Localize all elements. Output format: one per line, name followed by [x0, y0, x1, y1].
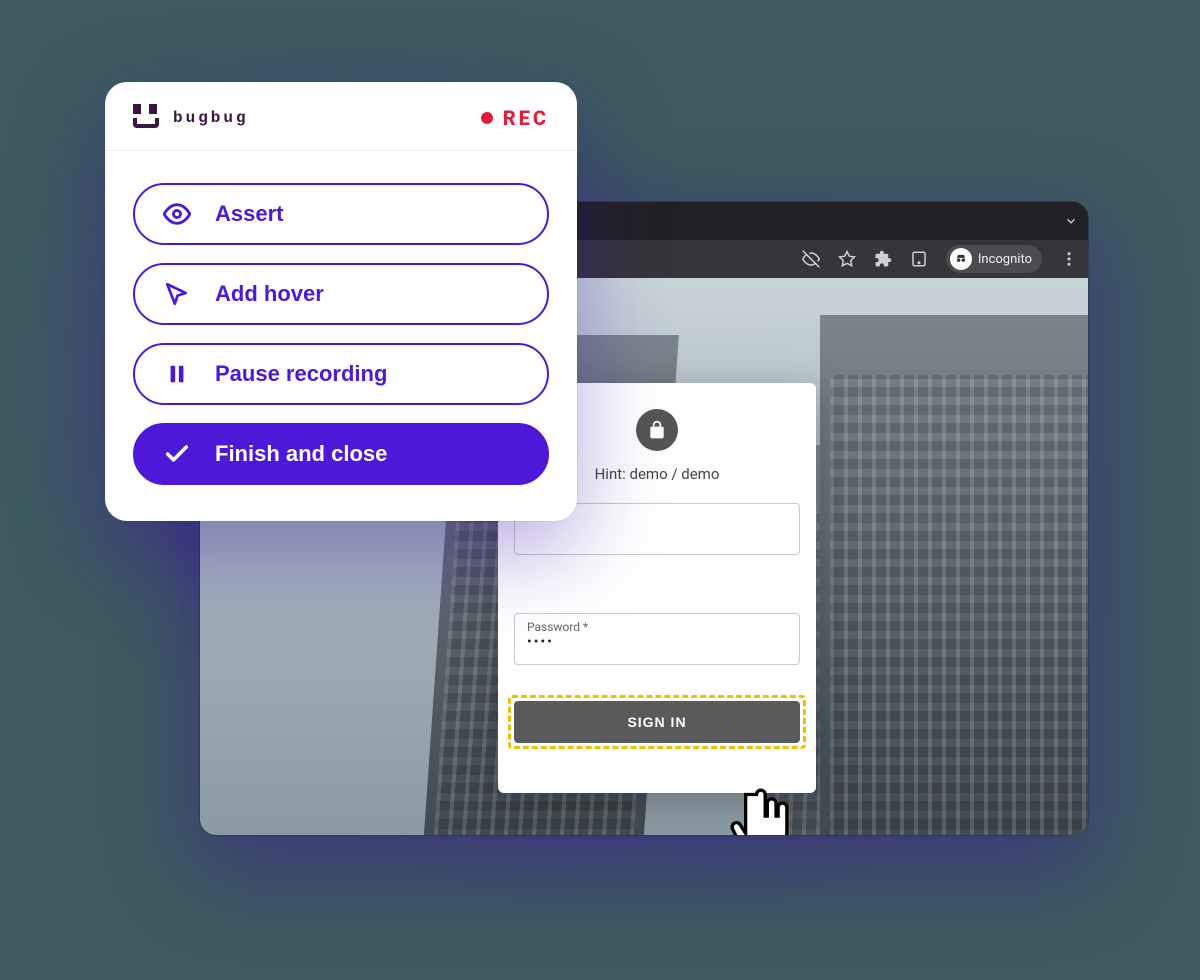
lock-icon — [636, 409, 678, 451]
logo-text: bugbug — [173, 109, 249, 127]
incognito-label: Incognito — [978, 252, 1032, 267]
logo-mark-icon — [131, 104, 165, 132]
finish-and-close-button[interactable]: Finish and close — [133, 423, 549, 485]
puzzle-icon[interactable] — [874, 250, 892, 268]
eye-icon — [163, 200, 191, 228]
incognito-icon — [950, 248, 972, 270]
recording-indicator: REC — [481, 106, 549, 130]
bugbug-logo: bugbug — [131, 104, 249, 132]
recorder-panel: bugbug REC Assert Add hover Pause record… — [105, 82, 577, 521]
add-hover-label: Add hover — [215, 281, 324, 307]
password-value: •••• — [527, 634, 787, 650]
rec-label: REC — [503, 106, 549, 130]
login-hint: Hint: demo / demo — [595, 465, 720, 483]
finish-label: Finish and close — [215, 441, 387, 467]
password-field[interactable]: Password * •••• — [514, 613, 800, 665]
cursor-icon — [163, 281, 191, 307]
eye-off-icon[interactable] — [802, 250, 820, 268]
star-icon[interactable] — [838, 250, 856, 268]
panel-header: bugbug REC — [105, 82, 577, 151]
device-icon[interactable] — [910, 250, 928, 268]
incognito-badge[interactable]: Incognito — [946, 245, 1042, 273]
record-dot-icon — [481, 112, 493, 124]
panel-body: Assert Add hover Pause recording Finish … — [105, 151, 577, 521]
assert-label: Assert — [215, 201, 283, 227]
pause-icon — [163, 363, 191, 385]
pause-recording-button[interactable]: Pause recording — [133, 343, 549, 405]
add-hover-button[interactable]: Add hover — [133, 263, 549, 325]
assert-button[interactable]: Assert — [133, 183, 549, 245]
password-label: Password * — [527, 620, 787, 634]
pause-label: Pause recording — [215, 361, 387, 387]
check-icon — [163, 440, 191, 468]
sign-in-button[interactable]: SIGN IN — [514, 701, 800, 743]
kebab-menu-icon[interactable] — [1060, 250, 1078, 268]
chevron-down-icon[interactable] — [1064, 214, 1078, 228]
